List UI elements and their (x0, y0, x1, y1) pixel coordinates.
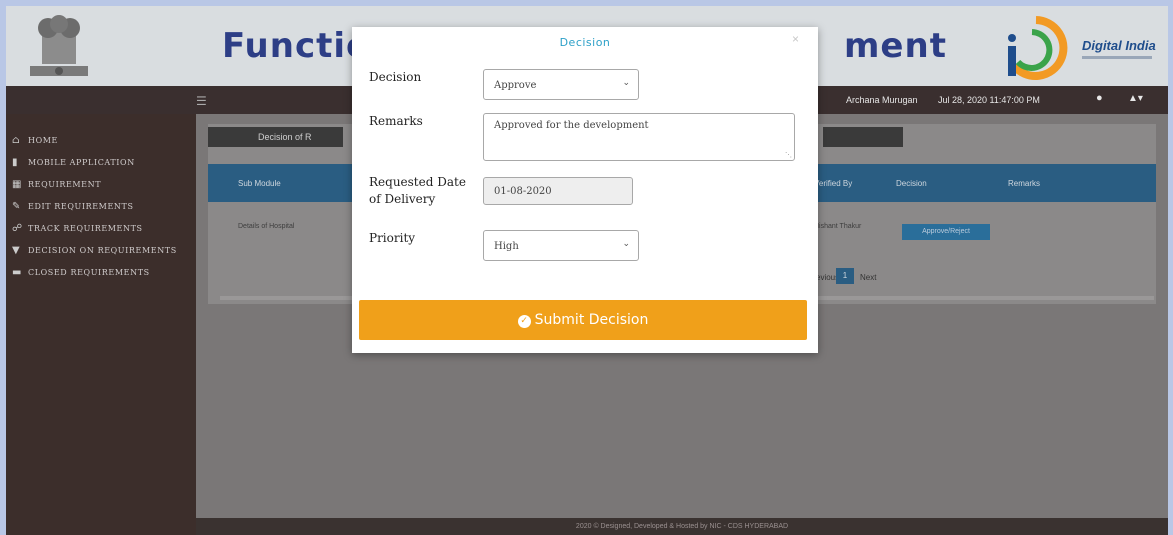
cell-sub-module: Details of Hospital (238, 223, 295, 230)
user-icon[interactable]: ▲▾ (1128, 93, 1143, 104)
sidebar-item-mobile-application[interactable]: ▮ MOBILE APPLICATION (6, 151, 196, 173)
delivery-date-label-line1: Requested Date (369, 175, 466, 189)
column-header-sub-module[interactable]: Sub Module (238, 179, 281, 188)
sidebar-item-label: EDIT REQUIREMENTS (28, 201, 134, 211)
decision-value: Approve (494, 80, 537, 91)
sidebar-item-requirement[interactable]: ▦ REQUIREMENT (6, 173, 196, 195)
cell-verified-by: Nishant Thakur (814, 223, 862, 230)
chevron-down-icon: ⌄ (622, 239, 630, 249)
decision-modal: Decision × Decision Approve ⌄ Remarks Ap… (352, 27, 818, 353)
user-name: Archana Murugan (846, 95, 918, 105)
portal-title-right: ment (844, 26, 947, 66)
delivery-date-value: 01-08-2020 (494, 186, 552, 197)
pager-page-1[interactable]: 1 (836, 268, 854, 284)
sidebar-item-label: MOBILE APPLICATION (28, 157, 135, 167)
approve-reject-button[interactable]: Approve/Reject (902, 224, 990, 240)
filter-icon: ▼ (12, 244, 21, 256)
folder-icon: ▬ (12, 266, 23, 278)
sidebar-item-label: CLOSED REQUIREMENTS (28, 267, 150, 277)
remarks-textarea[interactable]: Approved for the development ⋱ (483, 113, 795, 161)
bell-icon[interactable]: ● (1096, 92, 1103, 104)
requirement-icon: ▦ (12, 178, 23, 190)
submit-decision-label: Submit Decision (534, 312, 649, 328)
resize-grip-icon[interactable]: ⋱ (785, 151, 792, 159)
sidebar: ⌂ HOME ▮ MOBILE APPLICATION ▦ REQUIREMENT ✎… (6, 114, 196, 535)
delivery-date-label-line2: of Delivery (369, 192, 436, 206)
sidebar-item-label: DECISION ON REQUIREMENTS (28, 245, 177, 255)
remarks-label: Remarks (369, 114, 423, 128)
datetime-display: Jul 28, 2020 11:47:00 PM (938, 95, 1040, 105)
priority-label: Priority (369, 231, 416, 245)
panel-tab: Decision of R (208, 127, 343, 147)
sidebar-item-track-requirements[interactable]: ☍ TRACK REQUIREMENTS (6, 217, 196, 239)
column-header-verified-by[interactable]: Verified By (814, 179, 852, 188)
delivery-date-field: 01-08-2020 (483, 177, 633, 205)
delivery-date-label: Requested Date of Delivery (369, 174, 466, 208)
menu-icon[interactable]: ☰ (196, 94, 207, 108)
sidebar-item-edit-requirements[interactable]: ✎ EDIT REQUIREMENTS (6, 195, 196, 217)
check-circle-icon: ✓ (517, 315, 531, 328)
mobile-icon: ▮ (12, 156, 19, 168)
track-icon: ☍ (12, 222, 23, 234)
sidebar-item-label: REQUIREMENT (28, 179, 102, 189)
sidebar-item-closed-requirements[interactable]: ▬ CLOSED REQUIREMENTS (6, 261, 196, 283)
submit-decision-button[interactable]: ✓ Submit Decision (359, 300, 807, 340)
column-header-decision[interactable]: Decision (896, 179, 927, 188)
sidebar-item-home[interactable]: ⌂ HOME (6, 129, 196, 151)
sidebar-item-label: TRACK REQUIREMENTS (28, 223, 143, 233)
home-icon: ⌂ (12, 134, 21, 146)
digital-india-logo: Digital India (1008, 16, 1156, 80)
portal-title-left: Functio (222, 26, 371, 66)
decision-select[interactable]: Approve ⌄ (483, 69, 639, 100)
priority-value: High (494, 241, 519, 252)
logo-text: Digital India (1082, 38, 1156, 53)
priority-select[interactable]: High ⌄ (483, 230, 639, 261)
panel-tab-extra (823, 127, 903, 147)
close-icon[interactable]: × (792, 32, 799, 46)
edit-icon: ✎ (12, 200, 21, 212)
national-emblem-icon (30, 15, 88, 76)
column-header-remarks[interactable]: Remarks (1008, 179, 1040, 188)
remarks-value: Approved for the development (494, 120, 649, 131)
decision-label: Decision (369, 70, 422, 84)
modal-title: Decision (559, 36, 611, 49)
pager-next[interactable]: Next (860, 273, 876, 282)
sidebar-item-label: HOME (28, 135, 58, 145)
chevron-down-icon: ⌄ (622, 78, 630, 88)
footer: 2020 © Designed, Developed & Hosted by N… (196, 518, 1168, 535)
sidebar-item-decision-on-requirements[interactable]: ▼ DECISION ON REQUIREMENTS (6, 239, 196, 261)
